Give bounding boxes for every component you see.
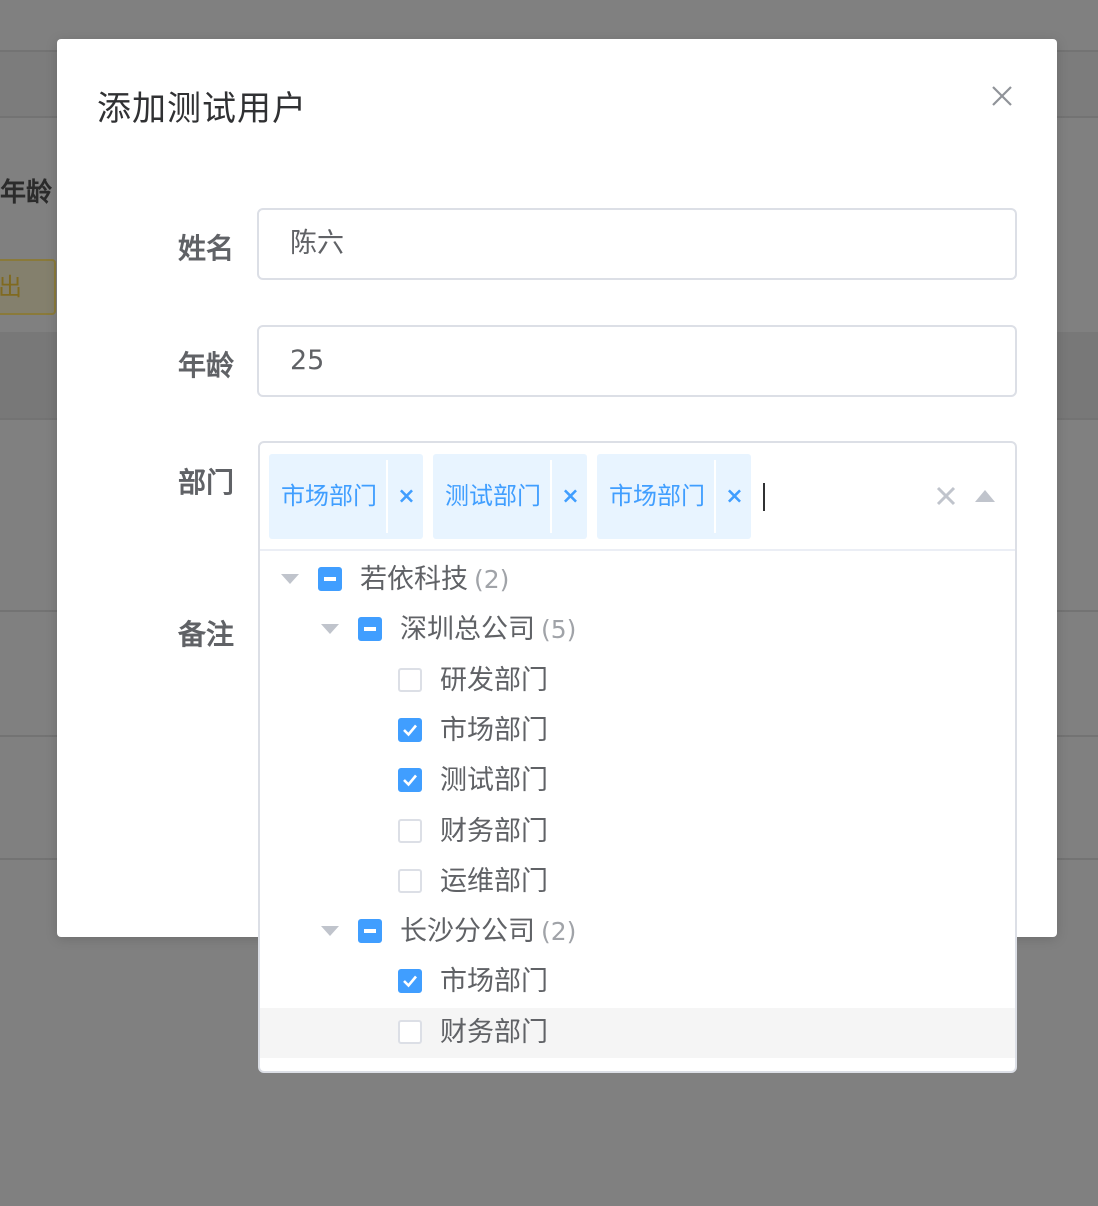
tree-node[interactable]: 市场部门	[260, 957, 1015, 1007]
tree-node[interactable]: 深圳总公司 (5)	[260, 605, 1015, 655]
check-icon	[403, 976, 417, 988]
tree-node-text: 市场部门	[440, 714, 548, 746]
tree-node[interactable]: 市场部门	[260, 706, 1015, 756]
checkbox[interactable]	[398, 868, 422, 893]
clear-all-icon[interactable]	[933, 483, 959, 509]
indeterminate-checkbox[interactable]	[318, 567, 342, 591]
tree-node-text: 长沙分公司	[400, 916, 535, 948]
indeterminate-icon	[324, 577, 336, 581]
dialog-title: 添加测试用户	[97, 89, 307, 129]
tag-label: 市场部门	[281, 482, 377, 510]
tree-node[interactable]: 财务部门	[260, 807, 1015, 857]
tree-node-label: 市场部门	[440, 957, 548, 1007]
checkbox[interactable]	[398, 818, 422, 843]
department-tree-select[interactable]: 市场部门 × 测试部门 × 市场部门 × 若依科技 (2) 深圳总公司 (5) 研发部门…	[258, 441, 1017, 1073]
tree-node[interactable]: 研发部门	[260, 656, 1015, 706]
tree-node-text: 财务部门	[440, 1016, 548, 1048]
checkbox[interactable]	[398, 667, 422, 692]
expand-arrow-icon[interactable]	[320, 623, 340, 635]
age-label: 年龄	[177, 349, 234, 382]
tree-node[interactable]: 测试部门	[260, 756, 1015, 806]
tree-node-count: (5)	[541, 615, 577, 645]
expand-arrow-icon[interactable]	[320, 925, 340, 937]
name-input[interactable]: 陈六	[257, 208, 1017, 280]
checked-checkbox[interactable]	[398, 717, 422, 742]
tree-node-label: 财务部门	[440, 1008, 548, 1058]
tree-node-label: 研发部门	[440, 656, 548, 706]
tag-label: 测试部门	[445, 482, 541, 510]
tree-node-count: (2)	[474, 565, 510, 594]
tree-node-label: 市场部门	[440, 706, 548, 756]
tree-node-text: 研发部门	[440, 664, 548, 696]
indeterminate-checkbox[interactable]	[358, 617, 382, 642]
close-icon	[992, 86, 1012, 106]
tree-node-text: 财务部门	[440, 815, 548, 847]
bg-export-label: 导出	[0, 273, 22, 301]
age-input[interactable]: 25	[257, 325, 1017, 397]
tag-divider	[550, 460, 552, 533]
tag-remove-icon[interactable]: ×	[718, 454, 751, 539]
selected-tag: 市场部门 ×	[269, 454, 423, 539]
department-label: 部门	[177, 466, 234, 499]
tree-node-text: 市场部门	[440, 966, 548, 998]
indeterminate-icon	[364, 627, 376, 632]
tree-node[interactable]: 运维部门	[260, 857, 1015, 907]
tree-node-label: 运维部门	[440, 857, 548, 907]
dropdown-separator	[260, 549, 1015, 551]
tree-node-label: 长沙分公司 (2)	[400, 907, 576, 957]
name-label: 姓名	[177, 232, 234, 265]
tree-node-label: 若依科技 (2)	[360, 555, 509, 605]
search-text-cursor[interactable]	[763, 483, 765, 511]
tag-label: 市场部门	[609, 482, 705, 510]
checked-checkbox[interactable]	[398, 969, 422, 994]
bg-export-button: 导出	[0, 259, 56, 315]
checkbox[interactable]	[398, 1019, 422, 1044]
tree-node-text: 深圳总公司	[400, 614, 535, 646]
tree-node-text: 运维部门	[440, 865, 548, 897]
tag-divider	[714, 460, 716, 533]
indeterminate-icon	[364, 929, 376, 934]
tree-node-label: 测试部门	[440, 756, 548, 806]
tree-node[interactable]: 若依科技 (2)	[260, 555, 1015, 605]
tag-divider	[386, 460, 388, 533]
tree-node[interactable]: 长沙分公司 (2)	[260, 907, 1015, 957]
tree-node-text: 测试部门	[440, 765, 548, 797]
expand-arrow-icon[interactable]	[280, 573, 300, 585]
tree-node-count: (2)	[541, 917, 577, 947]
tree-node[interactable]: 财务部门	[260, 1007, 1015, 1058]
checked-checkbox[interactable]	[398, 768, 422, 793]
selected-tag: 市场部门 ×	[597, 454, 751, 539]
caret-up-icon[interactable]	[973, 488, 997, 504]
close-button[interactable]	[987, 81, 1017, 111]
tag-remove-icon[interactable]: ×	[554, 454, 587, 539]
bg-age-filter-label: 年龄	[0, 178, 53, 208]
tag-remove-icon[interactable]: ×	[390, 454, 423, 539]
indeterminate-checkbox[interactable]	[358, 919, 382, 944]
remark-label: 备注	[177, 618, 234, 651]
check-icon	[403, 724, 417, 737]
tree-node-label: 财务部门	[440, 807, 548, 857]
selected-tag: 测试部门 ×	[433, 454, 587, 539]
tree-node-text: 若依科技	[360, 564, 468, 595]
check-icon	[403, 774, 417, 787]
page: 年龄 导出 添加测试用户 姓名 陈六 年龄 25 部门 备注 市场部门 ×	[0, 0, 1098, 1206]
tree-node-label: 深圳总公司 (5)	[400, 605, 576, 655]
